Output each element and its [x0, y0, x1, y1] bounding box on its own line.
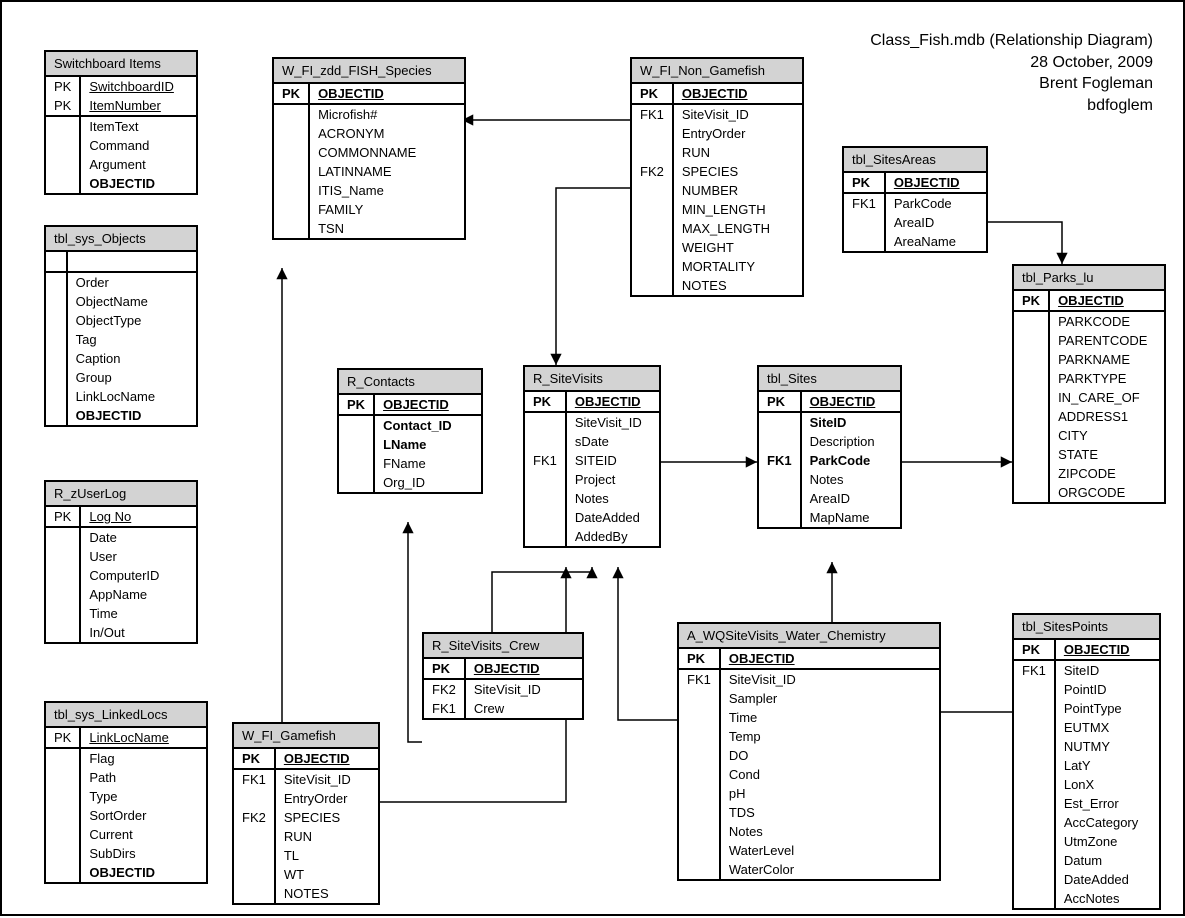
header-userid: bdfoglem — [870, 95, 1153, 117]
entity-zdd-species: W_FI_zdd_FISH_Species PKOBJECTID Microfi… — [272, 57, 466, 240]
entity-crew: R_SiteVisits_Crew PKOBJECTID FK2SiteVisi… — [422, 632, 584, 720]
entity-title: W_FI_zdd_FISH_Species — [274, 59, 464, 84]
entity-title: W_FI_Non_Gamefish — [632, 59, 802, 84]
entity-sites: tbl_Sites PKOBJECTID SiteID Description … — [757, 365, 902, 529]
entity-title: tbl_sys_Objects — [46, 227, 196, 252]
entity-title: W_FI_Gamefish — [234, 724, 378, 749]
entity-title: R_SiteVisits — [525, 367, 659, 392]
entity-zuserlog: R_zUserLog PKLog No Date User ComputerID… — [44, 480, 198, 644]
entity-sys-objects: tbl_sys_Objects Order ObjectName ObjectT… — [44, 225, 198, 427]
entity-linkedlocs: tbl_sys_LinkedLocs PKLinkLocName Flag Pa… — [44, 701, 208, 884]
header-date: 28 October, 2009 — [870, 52, 1153, 74]
entity-wq-chemistry: A_WQSiteVisits_Water_Chemistry PKOBJECTI… — [677, 622, 941, 881]
diagram-canvas: Class_Fish.mdb (Relationship Diagram) 28… — [0, 0, 1185, 916]
entity-parks: tbl_Parks_lu PKOBJECTID PARKCODE PARENTC… — [1012, 264, 1166, 504]
header-title: Class_Fish.mdb (Relationship Diagram) — [870, 30, 1153, 52]
entity-title: R_zUserLog — [46, 482, 196, 507]
entity-title: Switchboard Items — [46, 52, 196, 77]
entity-nongamefish: W_FI_Non_Gamefish PKOBJECTID FK1SiteVisi… — [630, 57, 804, 297]
entity-title: R_SiteVisits_Crew — [424, 634, 582, 659]
entity-title: tbl_SitesAreas — [844, 148, 986, 173]
entity-title: tbl_SitesPoints — [1014, 615, 1159, 640]
entity-title: tbl_Parks_lu — [1014, 266, 1164, 291]
entity-title: R_Contacts — [339, 370, 481, 395]
entity-title: tbl_sys_LinkedLocs — [46, 703, 206, 728]
diagram-header: Class_Fish.mdb (Relationship Diagram) 28… — [870, 30, 1153, 116]
entity-sitevisits: R_SiteVisits PKOBJECTID SiteVisit_ID sDa… — [523, 365, 661, 548]
entity-title: tbl_Sites — [759, 367, 900, 392]
entity-sitespoints: tbl_SitesPoints PKOBJECTID FK1SiteID Poi… — [1012, 613, 1161, 910]
header-author: Brent Fogleman — [870, 73, 1153, 95]
entity-switchboard-items: Switchboard Items PKSwitchboardID PKItem… — [44, 50, 198, 195]
entity-sitesareas: tbl_SitesAreas PKOBJECTID FK1ParkCode Ar… — [842, 146, 988, 253]
entity-contacts: R_Contacts PKOBJECTID Contact_ID LName F… — [337, 368, 483, 494]
entity-gamefish: W_FI_Gamefish PKOBJECTID FK1SiteVisit_ID… — [232, 722, 380, 905]
entity-title: A_WQSiteVisits_Water_Chemistry — [679, 624, 939, 649]
